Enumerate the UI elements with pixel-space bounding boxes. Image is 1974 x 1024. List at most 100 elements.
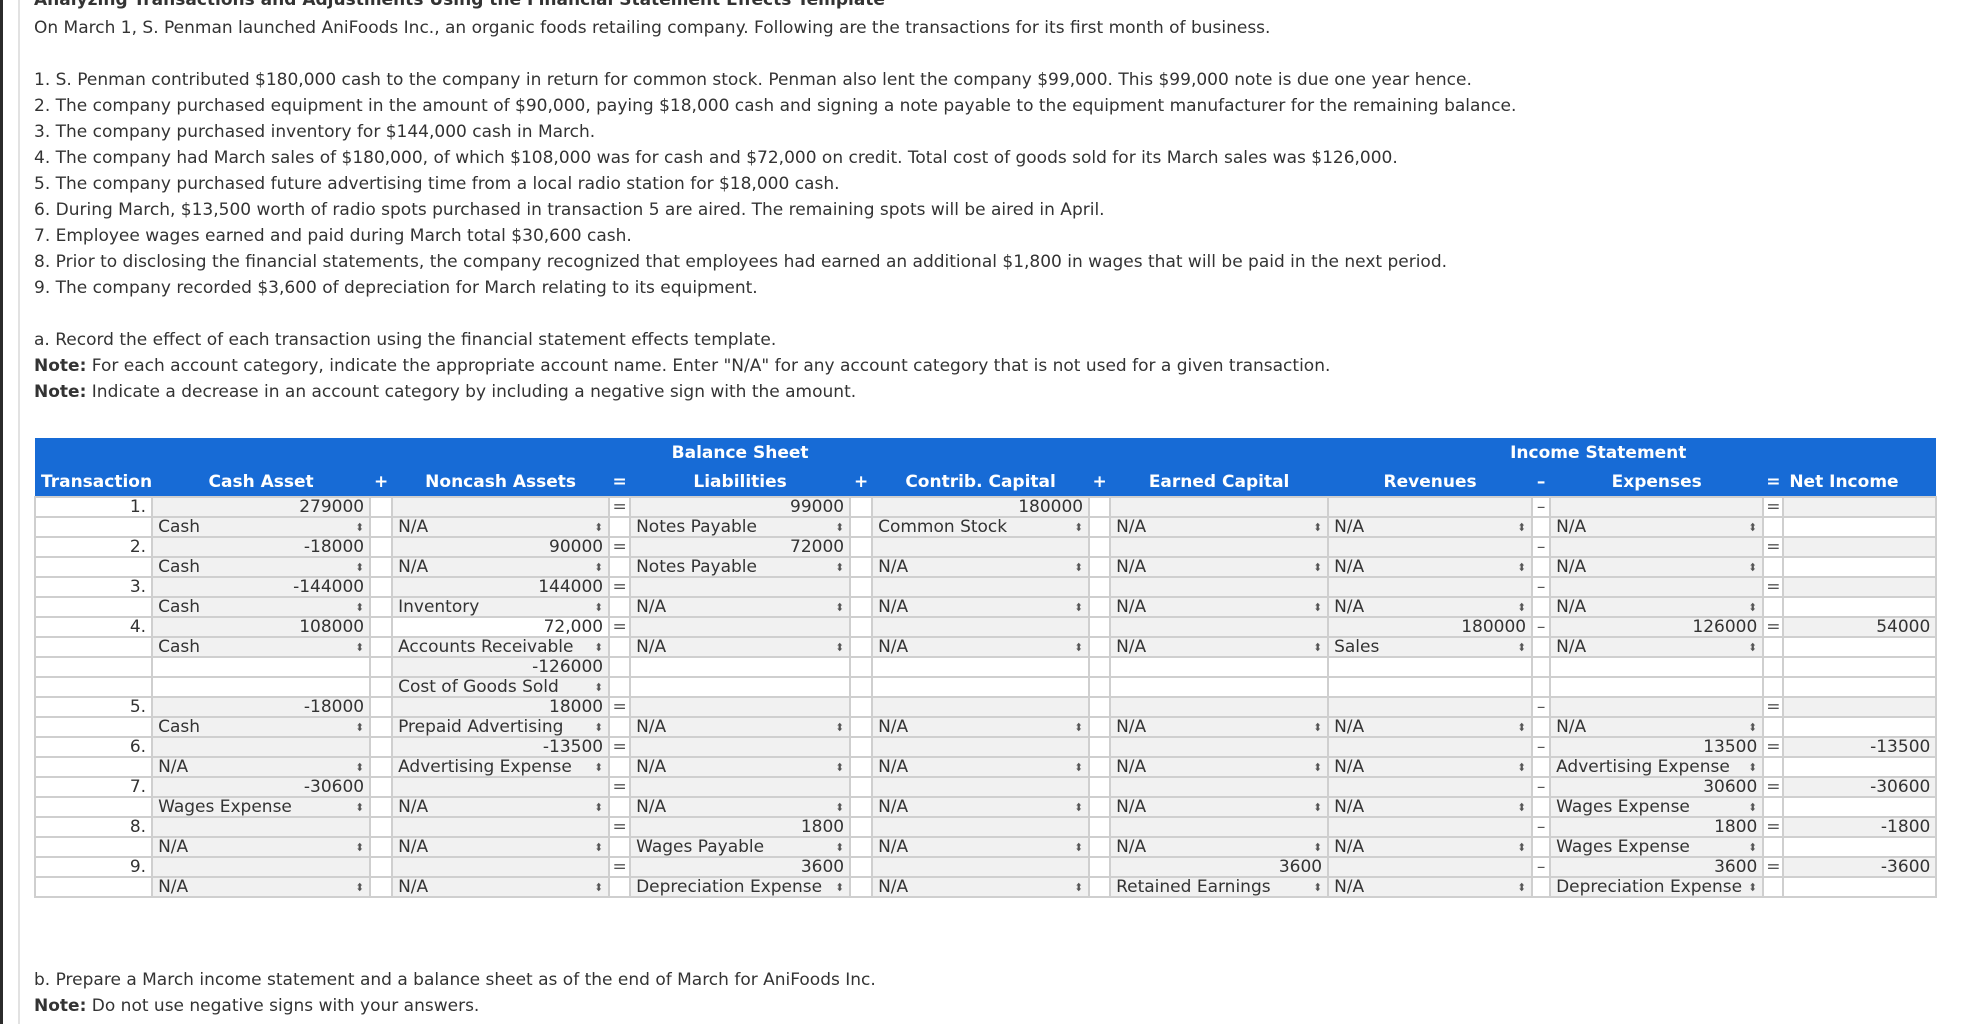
expenses-amount-input[interactable]: 30600 [1549,776,1765,798]
cash-account-select[interactable]: Cash ⬍ [151,556,372,578]
revenues-account-select[interactable]: N/A ⬍ [1327,756,1534,778]
contrib-capital-amount-input[interactable]: 180000 [871,496,1091,518]
noncash-account-select[interactable]: N/A ⬍ [391,796,611,818]
noncash-account-select[interactable]: N/A ⬍ [391,836,611,858]
liabilities-account-select[interactable]: N/A ⬍ [629,716,852,738]
liabilities-amount-input[interactable] [629,736,852,758]
contrib-capital-amount-input[interactable] [871,576,1091,598]
expenses-amount-input[interactable]: 126000 [1549,616,1765,638]
revenues-amount-input[interactable] [1327,816,1534,838]
liabilities-account-select[interactable]: N/A ⬍ [629,796,852,818]
revenues-account-select[interactable]: N/A ⬍ [1327,836,1534,858]
noncash-account-select[interactable]: N/A ⬍ [391,876,611,898]
expenses-account-select[interactable]: N/A ⬍ [1549,716,1765,738]
liabilities-account-select[interactable]: N/A ⬍ [629,756,852,778]
liabilities-amount-input[interactable]: 1800 [629,816,852,838]
liabilities-account-select[interactable]: N/A ⬍ [629,636,852,658]
net-income-amount-input[interactable]: -3600 [1782,856,1938,878]
noncash-amount-input[interactable] [391,496,611,518]
contrib-capital-account-select[interactable]: N/A ⬍ [871,556,1091,578]
contrib-capital-account-select[interactable]: N/A ⬍ [871,716,1091,738]
liabilities-amount-input[interactable]: 99000 [629,496,852,518]
cash-amount-input[interactable]: -18000 [151,696,372,718]
expenses-amount-input[interactable]: 13500 [1549,736,1765,758]
noncash-account-select[interactable]: Accounts Receivable ⬍ [391,636,611,658]
net-income-amount-input[interactable] [1782,496,1938,518]
expenses-account-select[interactable]: N/A ⬍ [1549,516,1765,538]
earned-capital-amount-input[interactable] [1109,696,1330,718]
cash-account-select[interactable]: N/A ⬍ [151,876,372,898]
cash-amount-input[interactable]: -144000 [151,576,372,598]
net-income-amount-input[interactable] [1782,696,1938,718]
earned-capital-account-select[interactable]: N/A ⬍ [1109,516,1330,538]
liabilities-amount-input[interactable] [629,576,852,598]
liabilities-amount-input[interactable] [629,776,852,798]
revenues-amount-input[interactable] [1327,856,1534,878]
cash-account-select[interactable]: N/A ⬍ [151,756,372,778]
revenues-account-select[interactable]: N/A ⬍ [1327,556,1534,578]
earned-capital-amount-input[interactable] [1109,776,1330,798]
extra-noncash-amount-input[interactable]: -126000 [391,656,611,678]
liabilities-account-select[interactable]: Notes Payable ⬍ [629,556,852,578]
liabilities-account-select[interactable]: N/A ⬍ [629,596,852,618]
expenses-amount-input[interactable] [1549,536,1765,558]
contrib-capital-account-select[interactable]: N/A ⬍ [871,836,1091,858]
cash-account-select[interactable]: Wages Expense ⬍ [151,796,372,818]
contrib-capital-account-select[interactable]: N/A ⬍ [871,636,1091,658]
expenses-account-select[interactable]: N/A ⬍ [1549,596,1765,618]
expenses-account-select[interactable]: Depreciation Expense ⬍ [1549,876,1765,898]
contrib-capital-amount-input[interactable] [871,816,1091,838]
net-income-amount-input[interactable]: -13500 [1782,736,1938,758]
noncash-amount-input[interactable] [391,856,611,878]
noncash-amount-input[interactable]: 144000 [391,576,611,598]
liabilities-account-select[interactable]: Depreciation Expense ⬍ [629,876,852,898]
net-income-amount-input[interactable] [1782,576,1938,598]
contrib-capital-account-select[interactable]: N/A ⬍ [871,596,1091,618]
revenues-account-select[interactable]: N/A ⬍ [1327,516,1534,538]
expenses-amount-input[interactable] [1549,696,1765,718]
earned-capital-amount-input[interactable] [1109,616,1330,638]
net-income-amount-input[interactable] [1782,536,1938,558]
revenues-account-select[interactable]: N/A ⬍ [1327,876,1534,898]
earned-capital-amount-input[interactable] [1109,536,1330,558]
revenues-account-select[interactable]: N/A ⬍ [1327,596,1534,618]
earned-capital-account-select[interactable]: Retained Earnings ⬍ [1109,876,1330,898]
expenses-account-select[interactable]: Wages Expense ⬍ [1549,836,1765,858]
revenues-amount-input[interactable] [1327,496,1534,518]
liabilities-account-select[interactable]: Wages Payable ⬍ [629,836,852,858]
revenues-account-select[interactable]: N/A ⬍ [1327,716,1534,738]
earned-capital-account-select[interactable]: N/A ⬍ [1109,636,1330,658]
noncash-amount-input[interactable]: 90000 [391,536,611,558]
expenses-amount-input[interactable]: 3600 [1549,856,1765,878]
expenses-account-select[interactable]: N/A ⬍ [1549,556,1765,578]
revenues-account-select[interactable]: Sales ⬍ [1327,636,1534,658]
expenses-account-select[interactable]: N/A ⬍ [1549,636,1765,658]
earned-capital-account-select[interactable]: N/A ⬍ [1109,716,1330,738]
earned-capital-amount-input[interactable] [1109,736,1330,758]
expenses-amount-input[interactable] [1549,496,1765,518]
contrib-capital-account-select[interactable]: N/A ⬍ [871,796,1091,818]
expenses-account-select[interactable]: Advertising Expense ⬍ [1549,756,1765,778]
earned-capital-amount-input[interactable] [1109,816,1330,838]
liabilities-amount-input[interactable] [629,696,852,718]
liabilities-amount-input[interactable]: 3600 [629,856,852,878]
net-income-amount-input[interactable]: 54000 [1782,616,1938,638]
earned-capital-account-select[interactable]: N/A ⬍ [1109,556,1330,578]
cash-amount-input[interactable]: -18000 [151,536,372,558]
noncash-amount-input[interactable]: 18000 [391,696,611,718]
contrib-capital-amount-input[interactable] [871,696,1091,718]
contrib-capital-amount-input[interactable] [871,776,1091,798]
noncash-amount-input[interactable] [391,816,611,838]
noncash-amount-input[interactable] [391,776,611,798]
earned-capital-amount-input[interactable] [1109,576,1330,598]
cash-account-select[interactable]: Cash ⬍ [151,596,372,618]
revenues-account-select[interactable]: N/A ⬍ [1327,796,1534,818]
extra-noncash-account-select[interactable]: Cost of Goods Sold ⬍ [391,676,611,698]
liabilities-account-select[interactable]: Notes Payable ⬍ [629,516,852,538]
revenues-amount-input[interactable]: 180000 [1327,616,1534,638]
cash-amount-input[interactable]: 108000 [151,616,372,638]
revenues-amount-input[interactable] [1327,536,1534,558]
cash-account-select[interactable]: Cash ⬍ [151,716,372,738]
noncash-account-select[interactable]: Prepaid Advertising ⬍ [391,716,611,738]
noncash-amount-input[interactable]: 72,000 [391,616,611,638]
